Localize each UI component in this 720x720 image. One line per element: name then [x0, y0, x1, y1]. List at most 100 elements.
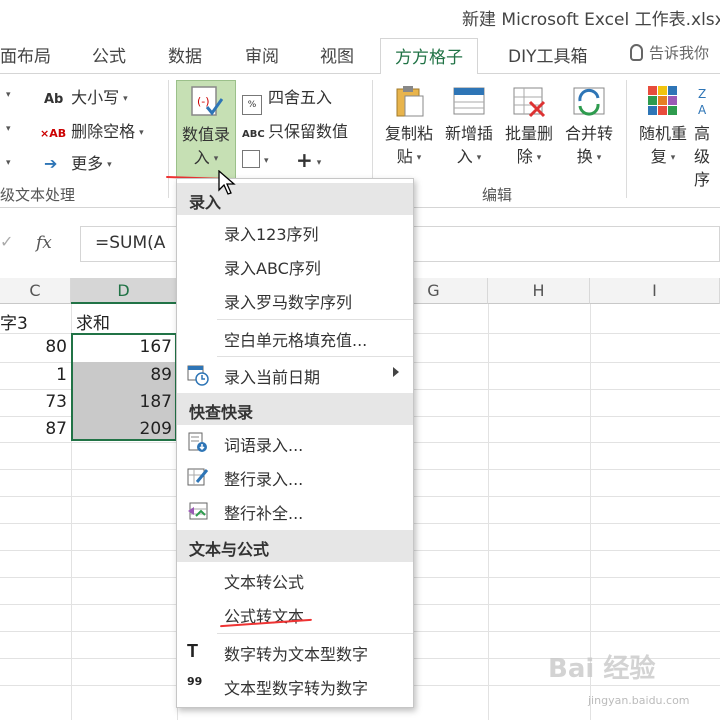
tab-data[interactable]: 数据 [168, 42, 202, 67]
sort-icon: ZA [696, 84, 720, 118]
arrow-right-icon: ➔ [44, 154, 58, 173]
keep-values-button[interactable]: ABC 只保留数值 [242, 118, 348, 142]
case-label: 大小写 [71, 88, 120, 107]
batch-delete-label-1: 批量删 [504, 124, 553, 143]
tell-me-search[interactable]: 告诉我你 [630, 42, 709, 63]
insert-label-1: 新增插 [444, 124, 493, 143]
number-99-icon: 99 [187, 675, 203, 688]
tab-diy-toolbox[interactable]: DIY工具箱 [508, 42, 588, 67]
menu-item-text-to-formula[interactable]: 文本转公式 [177, 563, 413, 597]
menu-item-word-entry[interactable]: 词语录入... [177, 426, 413, 460]
partial-dropdown-2[interactable]: ▾ [2, 118, 11, 137]
number-entry-button[interactable]: (-) 数值录 入 ▾ [176, 80, 236, 180]
cell-c3[interactable]: 1 [0, 365, 67, 385]
clipboard-icon [392, 84, 426, 118]
advanced-sort-label-2: 序 [694, 170, 711, 189]
insert-function-button[interactable]: fx [36, 233, 52, 253]
batch-delete-label-2: 除 ▾ [516, 147, 542, 166]
menu-item-abc-sequence[interactable]: 录入ABC序列 [177, 249, 413, 283]
menu-item-number-to-text[interactable]: T 数字转为文本型数字 [177, 635, 413, 669]
menu-item-formula-to-text[interactable]: 公式转文本 [177, 597, 413, 631]
more-button[interactable]: ➔ 更多 ▾ [44, 150, 112, 174]
tab-formulas[interactable]: 公式 [92, 42, 126, 67]
merge-icon [572, 84, 606, 118]
submenu-arrow-icon [393, 367, 399, 377]
row-complete-icon [187, 500, 209, 522]
case-icon: Ab [44, 92, 64, 107]
partial-dropdown-1[interactable]: ▾ [2, 84, 11, 103]
delete-space-icon: ×AB [40, 127, 67, 140]
round-icon: % [242, 95, 262, 115]
edit-cell-button[interactable]: ▾ [242, 150, 269, 169]
round-button[interactable]: % 四舍五入 [242, 84, 332, 115]
delete-space-label: 删除空格 [71, 122, 136, 141]
menu-item-current-date[interactable]: 录入当前日期 [177, 358, 413, 392]
number-entry-label-2: 入 ▾ [193, 148, 219, 167]
menu-divider [217, 633, 413, 634]
keep-values-label: 只保留数值 [268, 122, 349, 141]
copy-paste-label-2: 贴 ▾ [396, 147, 422, 166]
advanced-sort-button[interactable]: ZA 高级 序 [694, 80, 720, 189]
edit-row-icon [187, 466, 209, 488]
keep-values-icon: ABC [242, 129, 265, 140]
menu-item-row-complete[interactable]: 整行补全... [177, 494, 413, 528]
window-title: 新建 Microsoft Excel 工作表.xlsx [462, 10, 720, 30]
confirm-icon[interactable]: ✓ [0, 232, 13, 251]
edit-cell-icon [242, 150, 260, 168]
menu-divider [217, 319, 413, 320]
random-repeat-button[interactable]: 随机重 复 ▾ [634, 80, 692, 180]
group-separator [168, 80, 169, 198]
advanced-sort-label-1: 高级 [694, 124, 711, 166]
merge-convert-button[interactable]: 合并转 换 ▾ [560, 80, 618, 180]
delete-space-button[interactable]: ×AB 删除空格 ▾ [40, 118, 144, 142]
copy-paste-button[interactable]: 复制粘 贴 ▾ [380, 80, 438, 180]
cell-d4[interactable]: 187 [76, 392, 172, 412]
more-label: 更多 [71, 154, 104, 173]
column-header-c[interactable]: C [0, 278, 71, 304]
cell-c1[interactable]: 字3 [0, 309, 28, 334]
tab-review[interactable]: 审阅 [245, 42, 279, 67]
merge-convert-label-2: 换 ▾ [576, 147, 602, 166]
menu-item-row-entry[interactable]: 整行录入... [177, 460, 413, 494]
calendar-clock-icon [187, 364, 209, 386]
random-repeat-label-2: 复 ▾ [650, 147, 676, 166]
menu-item-roman-sequence[interactable]: 录入罗马数字序列 [177, 283, 413, 317]
menu-item-fill-blanks[interactable]: 空白单元格填充值... [177, 321, 413, 355]
add-button[interactable]: + ▾ [296, 148, 321, 172]
column-header-i[interactable]: I [590, 278, 720, 304]
delete-grid-icon [512, 84, 546, 118]
menu-item-123-sequence[interactable]: 录入123序列 [177, 215, 413, 249]
number-entry-label-1: 数值录 [181, 125, 230, 144]
round-label: 四舍五入 [268, 88, 333, 107]
cell-d1[interactable]: 求和 [76, 309, 110, 334]
svg-text:Z: Z [698, 87, 706, 101]
insert-button[interactable]: 新增插 入 ▾ [440, 80, 498, 180]
column-header-h[interactable]: H [488, 278, 590, 304]
menu-item-text-to-number[interactable]: 99 文本型数字转为数字 [177, 669, 413, 703]
partial-dropdown-3[interactable]: ▾ [2, 152, 11, 171]
cell-d2[interactable]: 167 [76, 337, 172, 357]
text-t-icon: T [187, 641, 198, 661]
menu-divider [217, 356, 413, 357]
mouse-cursor-icon [218, 170, 236, 195]
tab-view[interactable]: 视图 [320, 42, 354, 67]
watermark-url: jingyan.baidu.com [588, 694, 690, 707]
cell-c5[interactable]: 87 [0, 419, 67, 439]
tab-page-layout[interactable]: 面布局 [0, 42, 51, 67]
cell-c2[interactable]: 80 [0, 337, 67, 357]
tab-fangfanggezi[interactable]: 方方格子 [380, 38, 478, 75]
case-button[interactable]: Ab 大小写 ▾ [44, 84, 128, 108]
cell-c4[interactable]: 73 [0, 392, 67, 412]
cell-d3[interactable]: 89 [76, 365, 172, 385]
copy-paste-label-1: 复制粘 [384, 124, 433, 143]
edit-group-label: 编辑 [482, 186, 513, 204]
column-header-d[interactable]: D [71, 278, 177, 304]
svg-text:A: A [698, 103, 707, 117]
merge-convert-label-1: 合并转 [564, 124, 613, 143]
menu-section-entry: 录入 [177, 183, 413, 215]
cell-d5[interactable]: 209 [76, 419, 172, 439]
menu-section-quick: 快查快录 [177, 393, 413, 425]
ribbon-tabs: 面布局 公式 数据 审阅 视图 方方格子 DIY工具箱 告诉我你 [0, 34, 720, 75]
insert-row-icon [452, 84, 486, 118]
batch-delete-button[interactable]: 批量删 除 ▾ [500, 80, 558, 180]
